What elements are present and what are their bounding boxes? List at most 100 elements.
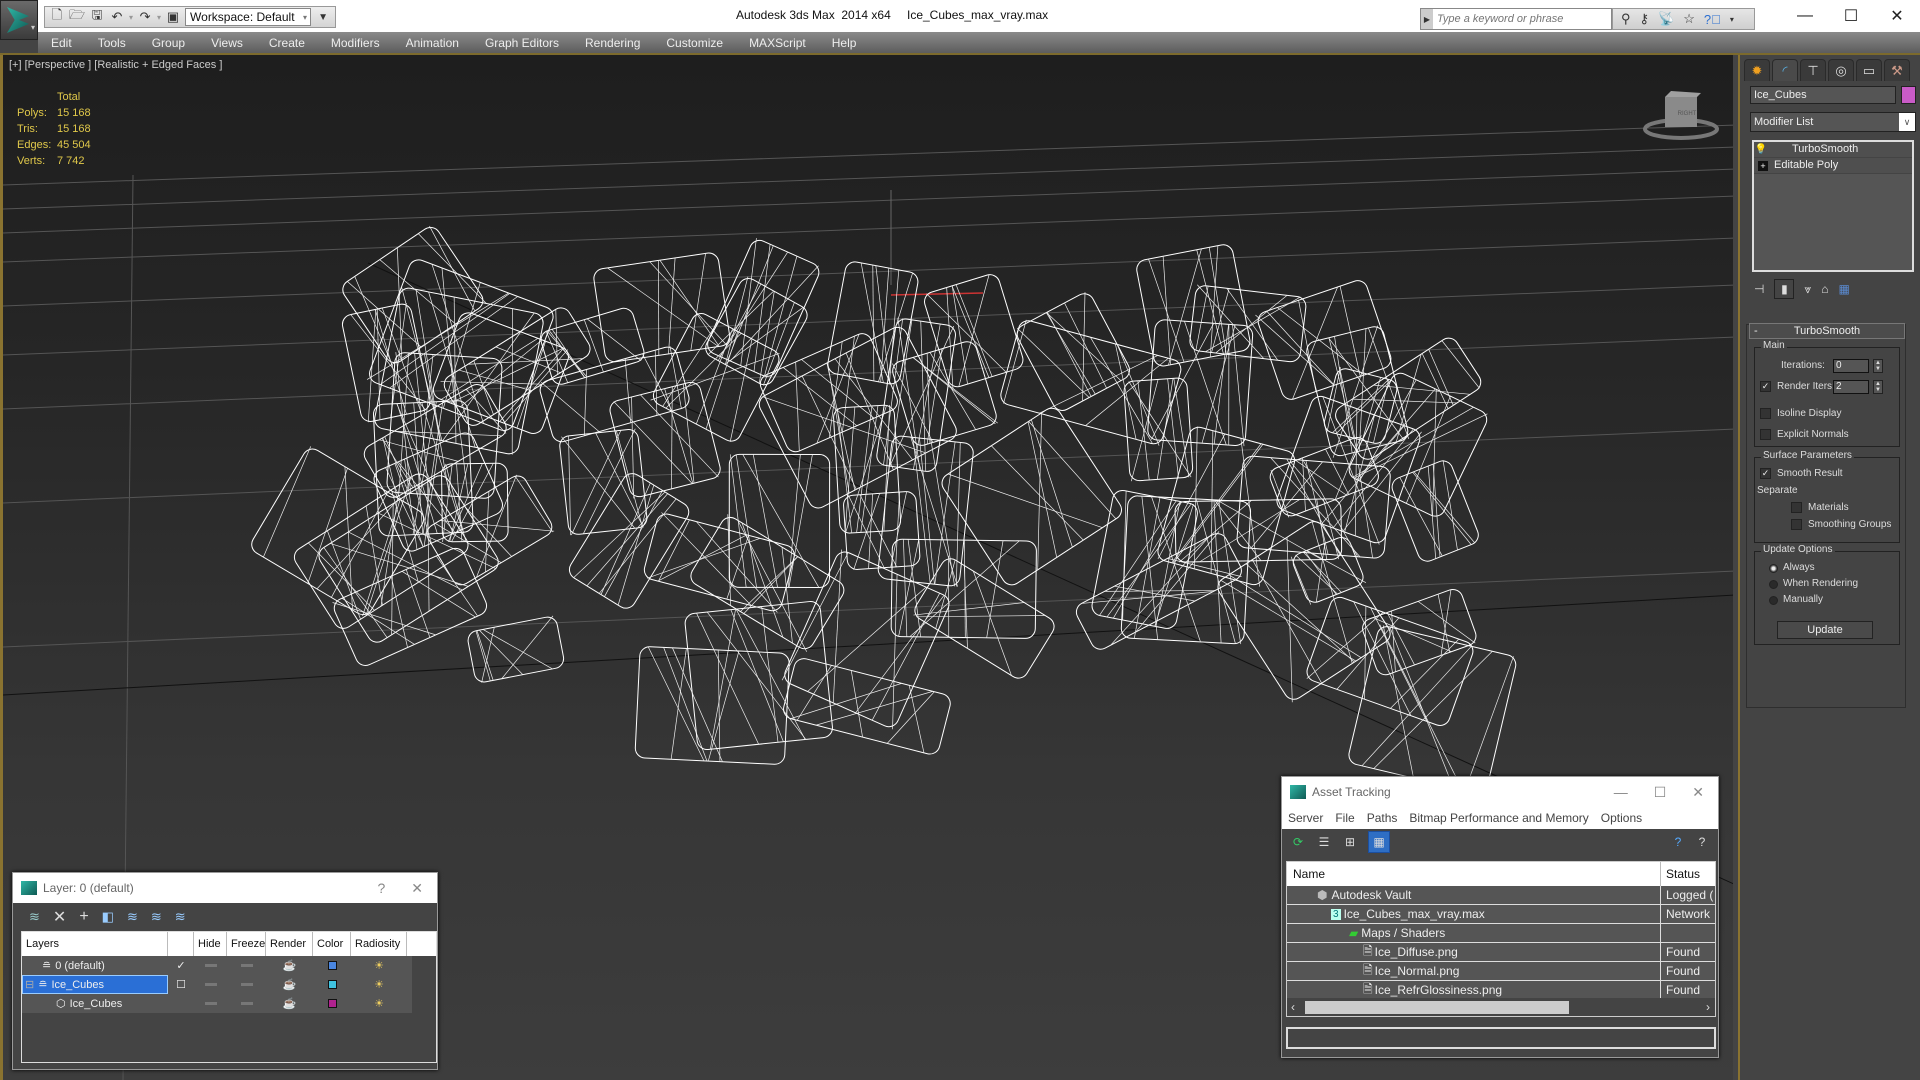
configure-modifier-sets-icon[interactable]: ▦ — [1838, 282, 1849, 296]
asset-row[interactable]: 🗎 Ice_Diffuse.png Found — [1287, 943, 1715, 962]
pin-stack-icon[interactable]: ⊣ — [1754, 282, 1764, 296]
asset-row[interactable]: 🗎 Ice_Normal.png Found — [1287, 962, 1715, 981]
asset-row[interactable]: ▰ Maps / Shaders — [1287, 924, 1715, 943]
menu-file[interactable]: File — [1335, 811, 1354, 825]
dialog-title-bar[interactable]: Layer: 0 (default) ? ✕ — [13, 873, 437, 903]
ice-cube-mesh[interactable] — [728, 453, 831, 588]
isoline-display-checkbox[interactable] — [1760, 408, 1771, 419]
materials-checkbox[interactable] — [1791, 502, 1802, 513]
always-radio[interactable] — [1769, 564, 1778, 573]
ice-cube-mesh[interactable] — [291, 470, 472, 632]
utilities-tab[interactable]: ⚒ — [1884, 59, 1910, 81]
select-layer-icon[interactable]: ≋ — [127, 909, 138, 925]
customize-qat-icon[interactable]: ▼ — [315, 9, 331, 25]
key-icon[interactable]: ⚷ — [1640, 11, 1650, 27]
color-cell[interactable] — [313, 956, 351, 975]
new-file-icon[interactable]: 🗋 — [49, 7, 65, 25]
create-layer-icon[interactable]: ≋ — [29, 909, 40, 925]
minimize-button[interactable]: — — [1782, 0, 1828, 32]
open-file-icon[interactable]: 🗁 — [69, 7, 85, 25]
ice-cube-mesh[interactable] — [781, 656, 952, 756]
when-rendering-radio[interactable] — [1769, 580, 1778, 589]
menu-maxscript[interactable]: MAXScript — [736, 36, 819, 50]
current-layer-toggle[interactable]: ✓ — [168, 956, 194, 975]
save-icon[interactable]: 🖫 — [89, 7, 105, 25]
ice-cube-mesh[interactable] — [373, 286, 545, 455]
freeze-toggle[interactable] — [227, 994, 266, 1013]
viewcube[interactable]: RIGHT — [1641, 85, 1721, 145]
project-folder-icon[interactable]: ▣ — [165, 9, 181, 25]
ice-cube-mesh[interactable] — [1290, 535, 1366, 606]
radiosity-toggle[interactable]: ☀ — [351, 956, 407, 975]
object-name-field[interactable]: Ice_Cubes — [1750, 86, 1896, 104]
scrollbar-thumb[interactable] — [1305, 1001, 1569, 1014]
column-header[interactable]: Hide — [194, 932, 227, 956]
close-button[interactable]: ✕ — [411, 880, 423, 897]
iterations-spinner[interactable]: 0 — [1833, 359, 1869, 373]
delete-layer-icon[interactable]: ✕ — [53, 907, 66, 927]
hide-toggle[interactable] — [194, 956, 227, 975]
ice-cube-mesh[interactable] — [440, 304, 593, 429]
viewcube-top[interactable] — [1665, 91, 1701, 97]
column-header[interactable]: Layers — [22, 932, 168, 956]
ice-cube-mesh[interactable] — [1304, 595, 1475, 729]
hide-toggle[interactable] — [194, 994, 227, 1013]
menu-tools[interactable]: Tools — [85, 36, 139, 50]
close-button[interactable]: ✕ — [1692, 784, 1704, 801]
menu-views[interactable]: Views — [198, 36, 256, 50]
ice-cube-mesh[interactable] — [757, 331, 900, 455]
render-iters-spinner[interactable]: 2 — [1833, 380, 1869, 394]
collapse-icon[interactable]: ⊟ — [25, 978, 34, 991]
current-layer-toggle[interactable] — [168, 994, 194, 1013]
hide-toggle[interactable] — [194, 975, 227, 994]
freeze-toggle[interactable] — [227, 956, 266, 975]
ice-cube-mesh[interactable] — [423, 472, 555, 588]
binoculars-icon[interactable]: ⚲ — [1621, 11, 1631, 27]
undo-dropdown-icon[interactable]: ▾ — [129, 13, 133, 22]
table-view-icon[interactable]: ▦ — [1368, 831, 1390, 853]
viewport-label[interactable]: [+] [Perspective ] [Realistic + Edged Fa… — [9, 59, 222, 71]
layer-row[interactable]: ⬡ Ice_Cubes ☕ ☀ — [22, 994, 412, 1013]
create-tab[interactable]: ✹ — [1744, 59, 1770, 81]
smoothing-groups-checkbox[interactable] — [1791, 519, 1802, 530]
current-layer-toggle[interactable]: ☐ — [168, 975, 194, 994]
column-header[interactable]: Freeze — [227, 932, 266, 956]
ice-cube-mesh[interactable] — [593, 252, 731, 363]
search-expand-icon[interactable]: ▶ — [1421, 9, 1433, 29]
stack-item-turbosmooth[interactable]: 💡 TurboSmooth — [1754, 142, 1912, 158]
column-header[interactable]: Radiosity — [351, 932, 407, 956]
maximize-button[interactable]: ☐ — [1828, 0, 1874, 32]
help-icon[interactable]: ?⃝ — [1704, 12, 1721, 27]
ice-cube-mesh[interactable] — [890, 538, 1037, 639]
scroll-left-icon[interactable]: ‹ — [1287, 1000, 1295, 1014]
menu-customize[interactable]: Customize — [653, 36, 736, 50]
hierarchy-tab[interactable]: ⊤ — [1800, 59, 1826, 81]
layer-row[interactable]: ⊟ ≘ Ice_Cubes ☐ ☕ ☀ — [22, 975, 412, 994]
ice-cube-mesh[interactable] — [539, 306, 647, 387]
display-tab[interactable]: ▭ — [1856, 59, 1882, 81]
ice-cube-mesh[interactable] — [315, 472, 502, 646]
ice-cubes-wireframe[interactable] — [248, 224, 1518, 795]
explicit-normals-checkbox[interactable] — [1760, 429, 1771, 440]
ice-cube-mesh[interactable] — [687, 514, 847, 653]
manually-radio[interactable] — [1769, 596, 1778, 605]
column-header[interactable]: Render — [266, 932, 313, 956]
column-header[interactable]: Color — [313, 932, 351, 956]
minimize-button[interactable]: — — [1614, 784, 1628, 801]
maximize-button[interactable]: ☐ — [1654, 784, 1667, 801]
scroll-right-icon[interactable]: › — [1706, 1000, 1710, 1014]
color-cell[interactable] — [313, 994, 351, 1013]
vault-settings-icon[interactable]: ? — [1694, 834, 1710, 850]
modify-tab[interactable]: ◜ — [1772, 59, 1798, 81]
help-button[interactable]: ? — [377, 880, 385, 897]
redo-icon[interactable]: ↷ — [137, 9, 153, 25]
list-view-icon[interactable]: ☰ — [1316, 834, 1332, 850]
spinner-arrows-icon[interactable]: ▲ ▼ — [1873, 380, 1883, 394]
ice-cube-mesh[interactable] — [1014, 290, 1133, 414]
menu-create[interactable]: Create — [256, 36, 318, 50]
close-button[interactable]: ✕ — [1874, 0, 1920, 32]
satellite-icon[interactable]: 📡 — [1658, 11, 1674, 27]
menu-paths[interactable]: Paths — [1367, 811, 1398, 825]
render-toggle[interactable]: ☕ — [266, 975, 313, 994]
menu-edit[interactable]: Edit — [38, 36, 85, 50]
